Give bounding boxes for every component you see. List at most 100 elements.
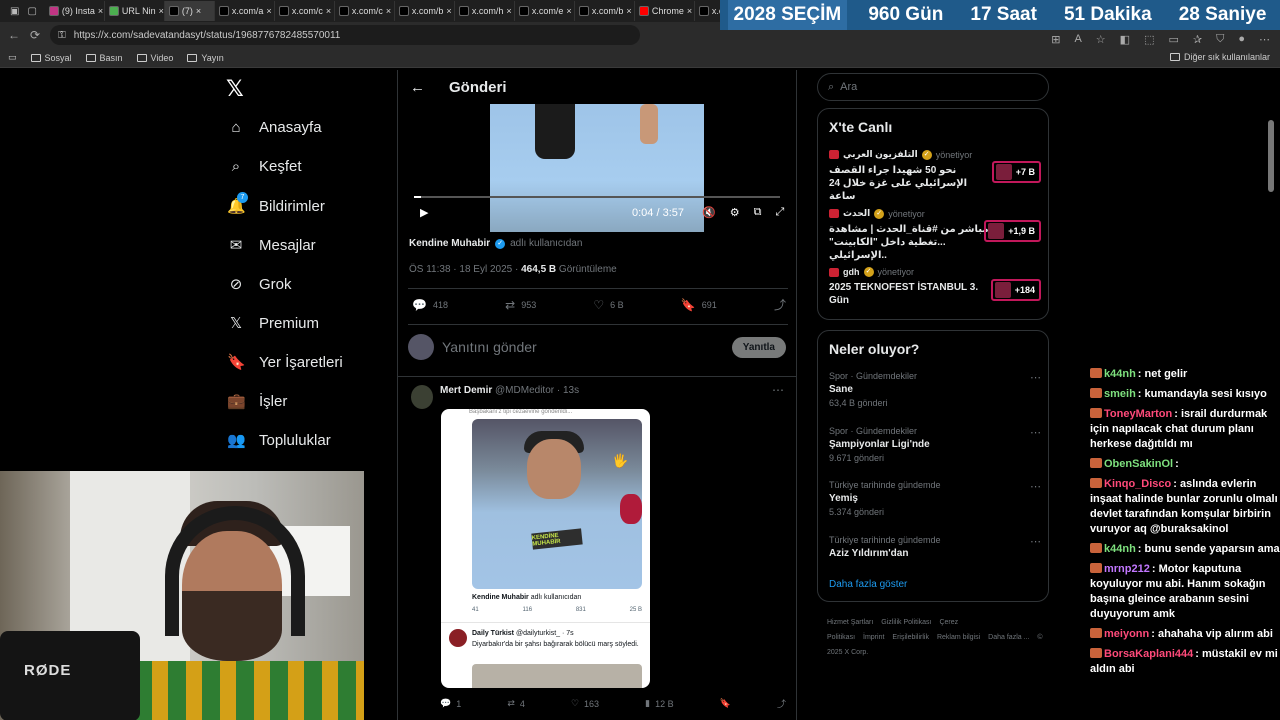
- close-icon[interactable]: ×: [159, 6, 164, 16]
- search-input[interactable]: ⌕ Ara: [817, 73, 1049, 101]
- back-arrow-icon[interactable]: ←: [410, 79, 425, 96]
- more-options-icon[interactable]: ⋯: [1030, 426, 1041, 439]
- read-aloud-icon[interactable]: A: [1074, 33, 1081, 45]
- close-icon[interactable]: ×: [266, 6, 271, 16]
- tab-actions-icon[interactable]: ▢: [27, 6, 36, 17]
- trend-item[interactable]: Türkiye tarihinde gündemde Aziz Yıldırım'…: [829, 535, 1041, 562]
- chat-username[interactable]: ToneyMarton: [1104, 408, 1172, 420]
- post-timestamp[interactable]: ÖS 11:38 · 18 Eyl 2025 ·: [409, 264, 518, 275]
- nav-item-7[interactable]: 💼 İşler: [227, 392, 287, 411]
- browser-tab[interactable]: (7) ×: [164, 1, 215, 21]
- footer-link[interactable]: Hizmet Şartları: [827, 619, 873, 626]
- chat-username[interactable]: meiyonn: [1104, 628, 1149, 640]
- reply-input[interactable]: Yanıtını gönder: [442, 339, 724, 355]
- show-more-link[interactable]: Daha fazla göster: [829, 579, 907, 590]
- chat-username[interactable]: BorsaKaplani444: [1104, 648, 1193, 660]
- live-listeners[interactable]: +1,9 B: [984, 220, 1041, 242]
- browser-tab[interactable]: URL Nin ×: [105, 1, 165, 21]
- reply-action[interactable]: 💬 418: [412, 296, 448, 313]
- share-action[interactable]: ⤴: [774, 296, 786, 313]
- chat-username[interactable]: k44nh: [1104, 543, 1136, 555]
- trend-item[interactable]: Spor · Gündemdekiler Sane 63,4 B gönderi ⋯: [829, 371, 1041, 408]
- more-options-icon[interactable]: ⋯: [772, 383, 784, 397]
- window-icons[interactable]: ▣ ▢: [4, 6, 43, 17]
- shield-icon[interactable]: ⛉: [1216, 33, 1224, 46]
- reload-icon[interactable]: ⟳: [30, 28, 40, 42]
- browser-tab[interactable]: x.com/h ×: [455, 1, 515, 21]
- bookmark-folder-yayin[interactable]: Yayın: [187, 53, 224, 63]
- more-options-icon[interactable]: ⋯: [1030, 480, 1041, 493]
- settings-gear-icon[interactable]: ⚙: [730, 206, 740, 219]
- live-item[interactable]: التلفزيون العربي ✓ yönetiyor نحو 50 شهيدا ج…: [829, 149, 1041, 203]
- chat-username[interactable]: k44nh: [1104, 368, 1136, 380]
- close-icon[interactable]: ×: [626, 6, 631, 16]
- chat-username[interactable]: ObenSakinOl: [1104, 458, 1173, 470]
- browser-tab[interactable]: x.com/b ×: [575, 1, 635, 21]
- like-action[interactable]: ♡ 6 B: [593, 296, 623, 313]
- more-options-icon[interactable]: ⋯: [1030, 371, 1041, 384]
- reply-button[interactable]: Yanıtla: [731, 336, 786, 358]
- close-icon[interactable]: ×: [446, 6, 451, 16]
- close-icon[interactable]: ×: [386, 6, 391, 16]
- browser-tab[interactable]: x.com/b ×: [395, 1, 455, 21]
- fullscreen-icon[interactable]: ⤢: [775, 206, 784, 219]
- bookmark-folder-sosyal[interactable]: Sosyal: [30, 53, 72, 63]
- x-logo-icon[interactable]: 𝕏: [226, 76, 244, 102]
- live-listeners[interactable]: +7 B: [991, 161, 1041, 183]
- reply-action[interactable]: 💬 1: [440, 697, 461, 710]
- nav-item-6[interactable]: 🔖 Yer İşaretleri: [227, 353, 343, 372]
- browser-tab[interactable]: x.com/e ×: [515, 1, 575, 21]
- bookmark-folder-video[interactable]: Video: [136, 53, 173, 63]
- reply-author-handle[interactable]: @MDMeditor · 13s: [495, 385, 579, 396]
- bookmark-action[interactable]: 🔖 691: [681, 296, 717, 313]
- close-icon[interactable]: ×: [566, 6, 571, 16]
- menu-icon[interactable]: ⋯: [1259, 33, 1270, 46]
- chat-username[interactable]: smeih: [1104, 388, 1136, 400]
- extension2-icon[interactable]: ⬚: [1144, 33, 1154, 46]
- back-icon[interactable]: ←: [8, 28, 20, 42]
- bookmarks-icon[interactable]: ▭: [8, 52, 17, 63]
- nav-item-8[interactable]: 👥 Topluluklar: [227, 431, 331, 450]
- footer-link[interactable]: Erişilebilirlik: [892, 634, 929, 641]
- other-bookmarks[interactable]: Diğer sık kullanılanlar: [1169, 52, 1270, 62]
- workspace-icon[interactable]: ▣: [10, 6, 19, 17]
- bookmark-folder-basin[interactable]: Basın: [85, 53, 123, 63]
- more-options-icon[interactable]: ⋯: [1030, 535, 1041, 548]
- nav-item-2[interactable]: 🔔 7 Bildirimler: [227, 192, 325, 215]
- picture-in-picture-icon[interactable]: ⧉: [754, 206, 762, 219]
- chat-username[interactable]: mrnp212: [1104, 563, 1150, 575]
- page-scrollbar[interactable]: [1268, 120, 1274, 192]
- footer-link[interactable]: Gizlilik Politikası: [881, 619, 931, 626]
- play-icon[interactable]: ▶: [420, 206, 428, 219]
- live-listeners[interactable]: +184: [990, 279, 1041, 301]
- repost-action[interactable]: ⇄ 953: [505, 296, 536, 313]
- close-icon[interactable]: ×: [196, 6, 201, 16]
- footer-link[interactable]: Reklam bilgisi: [937, 634, 980, 641]
- avatar[interactable]: [411, 385, 433, 409]
- browser-tab[interactable]: x.com/c ×: [335, 1, 395, 21]
- bookmark-action[interactable]: 🔖: [720, 697, 731, 710]
- split-screen-icon[interactable]: ▭: [1168, 33, 1178, 46]
- footer-link[interactable]: Daha fazla ...: [988, 634, 1029, 641]
- close-icon[interactable]: ×: [506, 6, 511, 16]
- nav-item-1[interactable]: ⌕ Keşfet: [227, 158, 302, 175]
- favorites-icon[interactable]: ✰: [1193, 33, 1202, 46]
- like-action[interactable]: ♡ 163: [571, 697, 599, 710]
- url-field[interactable]: ⚿ https://x.com/sadevatandasyt/status/19…: [50, 25, 641, 45]
- live-item[interactable]: الحدث ✓ yönetiyor مباشر من #قناة_الحدث | مش…: [829, 208, 1041, 262]
- browser-tab[interactable]: Chrome ×: [635, 1, 695, 21]
- trend-item[interactable]: Türkiye tarihinde gündemde Yemiş 5.374 gön…: [829, 480, 1041, 517]
- close-icon[interactable]: ×: [326, 6, 331, 16]
- footer-link[interactable]: İmprint: [863, 634, 884, 641]
- live-item[interactable]: gdh ✓ yönetiyor 2025 TEKNOFEST İSTANBUL 3. …: [829, 267, 1041, 307]
- reply-image[interactable]: Başbakanı'z tipi cezaevine gönderildi...…: [441, 409, 650, 688]
- site-info-icon[interactable]: ⚿: [58, 30, 66, 41]
- reply-tweet[interactable]: Mert Demir @MDMeditor · 13s ⋯ Başbakanı'…: [398, 376, 796, 720]
- grid-icon[interactable]: ⊞: [1051, 33, 1060, 46]
- favorite-star-icon[interactable]: ☆: [1096, 33, 1106, 46]
- nav-item-5[interactable]: 𝕏 Premium: [227, 314, 319, 333]
- nav-item-4[interactable]: ⊘ Grok: [227, 275, 292, 294]
- browser-tab[interactable]: x.com/a×: [215, 1, 275, 21]
- nav-item-3[interactable]: ✉ Mesajlar: [227, 236, 316, 255]
- trend-item[interactable]: Spor · Gündemdekiler Şampiyonlar Ligi'nde…: [829, 426, 1041, 463]
